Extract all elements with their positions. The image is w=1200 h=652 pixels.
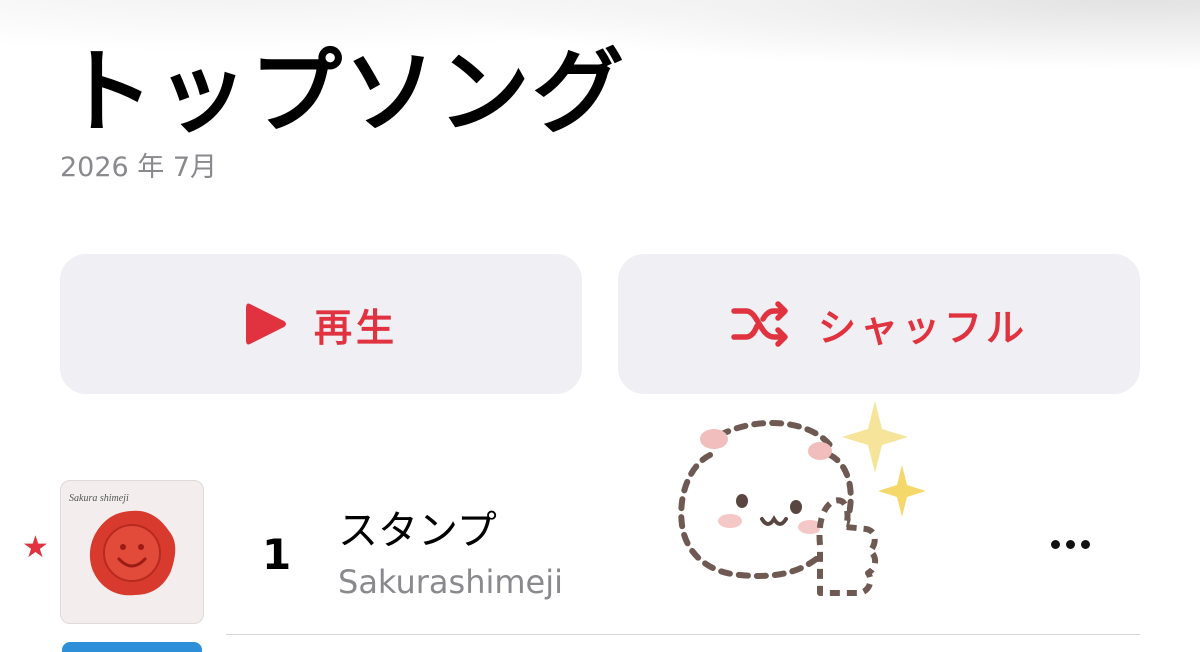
- page-subtitle: 2026 年 7月: [60, 152, 218, 183]
- more-options-button[interactable]: [1040, 524, 1100, 564]
- track-rank: 1: [262, 530, 292, 579]
- play-button[interactable]: 再生: [60, 254, 582, 394]
- ellipsis-dot: [1080, 539, 1090, 549]
- track-row[interactable]: ★ Sakura shimeji 1 スタンプ Sakurashimeji: [0, 470, 1200, 635]
- row-divider: [226, 634, 1140, 635]
- next-track-artwork: [62, 642, 202, 652]
- shuffle-icon: [730, 299, 792, 349]
- album-artwork: Sakura shimeji: [60, 480, 204, 624]
- page-title: トップソング: [62, 39, 627, 146]
- shuffle-button[interactable]: シャッフル: [618, 254, 1140, 394]
- shuffle-button-label: シャッフル: [817, 305, 1028, 350]
- track-artist: Sakurashimeji: [338, 563, 563, 601]
- bear-thumbs-up-sticker: [670, 395, 940, 625]
- track-title: スタンプ: [338, 508, 497, 554]
- ellipsis-dot: [1050, 539, 1060, 549]
- play-icon: [244, 300, 288, 348]
- ellipsis-dot: [1065, 539, 1075, 549]
- play-button-label: 再生: [313, 305, 398, 350]
- artwork-text: Sakura shimeji: [69, 493, 129, 504]
- star-icon: ★: [22, 530, 49, 565]
